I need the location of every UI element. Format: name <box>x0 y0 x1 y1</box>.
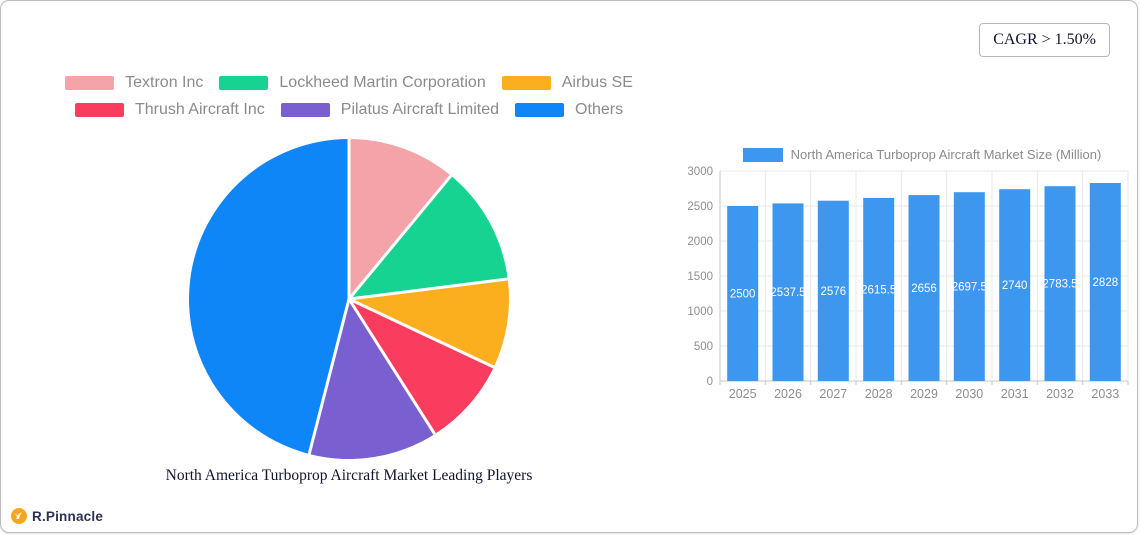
bar-chart-svg: 0 500 1000 1500 2000 2500 3000 2500 2025 2537.5 20… <box>686 161 1138 416</box>
pie-legend-row: Thrush Aircraft Inc Pilatus Aircraft Limi… <box>49 101 649 119</box>
legend-label: Airbus SE <box>562 74 633 92</box>
brand-logo: R.Pinnacle <box>11 508 103 524</box>
legend-swatch <box>219 76 268 90</box>
y-axis-tick-label: 0 <box>707 376 713 388</box>
report-card: CAGR > 1.50% Textron Inc Lockheed Martin … <box>0 0 1138 533</box>
y-axis-tick-label: 1000 <box>687 306 713 318</box>
brand-logo-icon <box>11 508 27 524</box>
bar-value-label: 2537.5 <box>770 287 805 299</box>
legend-swatch <box>75 103 124 117</box>
y-axis-tick-label: 1500 <box>687 271 713 283</box>
cagr-badge: CAGR > 1.50% <box>979 23 1110 57</box>
bar-value-label: 2783.5 <box>1042 279 1077 291</box>
x-axis-category-label: 2025 <box>729 387 757 401</box>
bar-value-label: 2828 <box>1093 277 1119 289</box>
bar-value-label: 2697.5 <box>952 282 987 294</box>
bar-value-label: 2500 <box>730 289 756 301</box>
pie-legend-row: Textron Inc Lockheed Martin Corporation Ai… <box>49 74 649 92</box>
legend-label: Pilatus Aircraft Limited <box>341 101 499 119</box>
pie-legend-item[interactable]: Pilatus Aircraft Limited <box>281 101 499 119</box>
pie-legend-item[interactable]: Others <box>515 101 623 119</box>
pie-chart-title: North America Turboprop Aircraft Market … <box>99 467 599 485</box>
x-axis-category-label: 2032 <box>1046 387 1074 401</box>
pie-legend: Textron Inc Lockheed Martin Corporation Ai… <box>49 74 649 128</box>
y-axis-tick-label: 500 <box>694 341 713 353</box>
x-axis-category-label: 2028 <box>865 387 893 401</box>
pie-legend-item[interactable]: Lockheed Martin Corporation <box>219 74 485 92</box>
x-axis-category-label: 2029 <box>910 387 938 401</box>
bar-value-label: 2576 <box>821 286 847 298</box>
x-axis-category-label: 2030 <box>955 387 983 401</box>
legend-label: Others <box>575 101 623 119</box>
pie-legend-item[interactable]: Thrush Aircraft Inc <box>75 101 265 119</box>
bar-legend-swatch <box>743 148 783 162</box>
x-axis-category-label: 2027 <box>819 387 847 401</box>
legend-swatch <box>515 103 564 117</box>
bar-legend-item[interactable]: North America Turboprop Aircraft Market … <box>716 147 1128 162</box>
legend-swatch <box>281 103 330 117</box>
cagr-label: CAGR > 1.50% <box>993 31 1096 48</box>
y-axis-tick-label: 2500 <box>687 201 713 213</box>
brand-logo-text: R.Pinnacle <box>32 509 103 524</box>
bar-legend-label: North America Turboprop Aircraft Market … <box>791 147 1102 162</box>
x-axis-category-label: 2031 <box>1001 387 1029 401</box>
y-axis-tick-label: 3000 <box>687 166 713 178</box>
pie-legend-item[interactable]: Airbus SE <box>502 74 633 92</box>
legend-swatch <box>502 76 551 90</box>
x-axis-category-label: 2033 <box>1091 387 1119 401</box>
legend-label: Lockheed Martin Corporation <box>279 74 485 92</box>
legend-label: Thrush Aircraft Inc <box>135 101 265 119</box>
legend-label: Textron Inc <box>125 74 203 92</box>
pie-legend-item[interactable]: Textron Inc <box>65 74 203 92</box>
pie-chart-svg <box>187 137 511 461</box>
y-axis-tick-label: 2000 <box>687 236 713 248</box>
legend-swatch <box>65 76 114 90</box>
bar-value-label: 2740 <box>1002 280 1028 292</box>
bar-value-label: 2615.5 <box>861 285 896 297</box>
x-axis-category-label: 2026 <box>774 387 802 401</box>
bar-value-label: 2656 <box>911 283 937 295</box>
